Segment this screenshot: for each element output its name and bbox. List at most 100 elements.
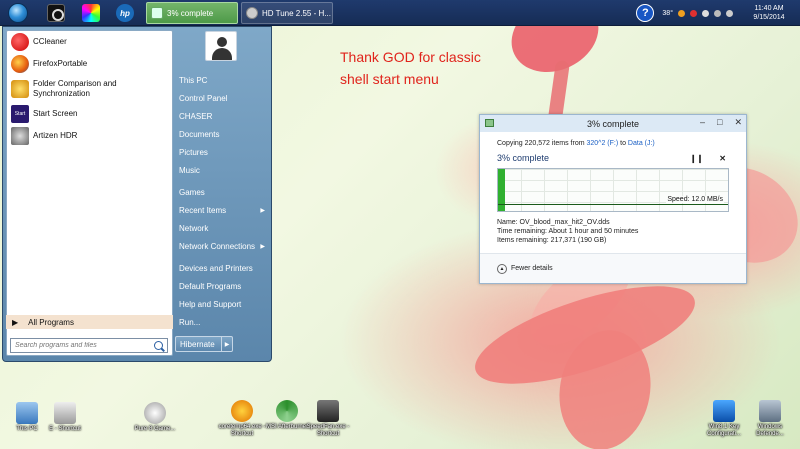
program-firefox[interactable]: FirefoxPortable [7,53,172,75]
desktop-icon-label: Pure 8 Game... [134,426,176,432]
desktop-icon-win81-key[interactable]: Win8.1 Key Configurati... [699,400,749,438]
desktop-icon-label: This PC [16,426,38,432]
artizen-icon [11,127,29,145]
taskbar-pin-color[interactable] [76,2,106,24]
dialog-title-bar[interactable]: 3% complete – □ ✕ [480,115,746,132]
shutdown-options-arrow-icon[interactable]: ▶ [221,337,232,351]
cancel-copy-icon[interactable]: ✕ [719,154,726,163]
percent-row: 3% complete ❙❙ ✕ [497,153,729,163]
desktop-icon-label: Win8.1 Key Configurati... [706,424,742,437]
power-icon[interactable] [702,9,709,17]
program-label: Artizen HDR [33,131,78,140]
temperature-readout[interactable]: 38° [662,10,673,17]
msi-afterburner-icon [276,400,298,422]
desktop-icon-pure8[interactable]: Pure 8 Game... [130,402,180,433]
help-icon[interactable]: ? [636,4,655,22]
start-link-label: Network Connections [179,241,256,251]
desktop-icon-coretemp[interactable]: coretemp64.exe - Shortcut [217,400,267,438]
annotation-line-1: Thank GOD for classic [340,49,481,65]
source-link[interactable]: 320^2 (F:) [587,140,619,147]
annotation-text: Thank GOD for classic shell start menu [340,46,520,90]
program-artizen[interactable]: Artizen HDR [7,125,172,147]
close-icon[interactable]: ✕ [734,117,742,128]
search-input[interactable] [15,342,145,349]
start-link-chaser[interactable]: CHASER [179,107,269,125]
start-link-recent-items[interactable]: Recent Items ▶ [179,201,269,219]
search-box[interactable] [10,338,168,353]
start-link-pictures[interactable]: Pictures [179,143,269,161]
start-link-label: Pictures [179,147,208,157]
info-icon [231,400,253,422]
dialog-body: Copying 220,572 items from 320^2 (F:) to… [480,132,746,245]
start-link-games[interactable]: Games [179,183,269,201]
start-link-this-pc[interactable]: This PC [179,71,269,89]
program-ccleaner[interactable]: CCleaner [7,31,172,53]
program-label: CCleaner [33,37,67,46]
start-link-label: This PC [179,75,208,85]
start-link-label: Documents [179,129,220,139]
start-link-documents[interactable]: Documents [179,125,269,143]
transfer-controls: ❙❙ ✕ [690,154,726,163]
taskbar-task-copy[interactable]: 3% complete [146,2,238,24]
start-link-help-and-support[interactable]: Help and Support [179,295,269,313]
maximize-icon[interactable]: □ [717,117,722,128]
firefox-icon [11,55,29,73]
fewer-details-button[interactable]: ▲ Fewer details [480,253,746,283]
taskbar-pin-camera[interactable] [41,2,71,24]
start-link-network[interactable]: Network [179,219,269,237]
minimize-icon[interactable]: – [700,117,705,128]
start-link-control-panel[interactable]: Control Panel [179,89,269,107]
alert-icon[interactable] [690,9,697,17]
avatar-head [217,37,227,47]
destination-link[interactable]: Data (J:) [628,140,655,147]
program-start-screen[interactable]: Start Start Screen [7,103,172,125]
start-link-label: CHASER [179,111,213,121]
user-avatar[interactable] [205,31,237,61]
all-programs-button[interactable]: ▶ All Programs [6,315,173,329]
start-button[interactable] [3,2,33,24]
desktop-icon-windows-defender[interactable]: Windows Defende... [745,400,795,438]
taskbar-pin-hp[interactable]: hp [110,2,140,24]
taskbar-task-hdtune[interactable]: HD Tune 2.55 - H... [241,2,333,24]
start-menu-programs: CCleaner FirefoxPortable Folder Comparis… [6,30,173,356]
task-label: 3% complete [167,8,214,18]
start-link-label: Help and Support [179,299,242,309]
pause-icon[interactable]: ❙❙ [690,154,703,163]
start-link-default-programs[interactable]: Default Programs [179,277,269,295]
search-icon[interactable] [154,341,163,350]
desktop-icon-label: coretemp64.exe - Shortcut [218,424,266,437]
dialog-title: 3% complete [586,118,640,129]
hard-disk-icon [246,7,258,19]
start-link-music[interactable]: Music [179,161,269,179]
copy-app-icon [485,119,494,127]
drive-shortcut-icon [54,402,76,424]
shutdown-button[interactable]: Hibernate ▶ [175,336,233,352]
flag-icon[interactable] [714,9,721,17]
start-link-network-connections[interactable]: Network Connections ▶ [179,237,269,255]
start-menu: CCleaner FirefoxPortable Folder Comparis… [2,26,272,362]
folder-sync-icon [11,80,29,98]
fewer-details-label: Fewer details [511,265,553,272]
start-link-label: Music [179,165,200,175]
start-link-run[interactable]: Run... [179,313,269,331]
submenu-arrow-icon: ▶ [260,243,265,250]
program-label: Folder Comparison and Synchronization [33,79,117,98]
desktop-icon-e-shortcut[interactable]: E - Shortcut [40,402,90,433]
annotation-line-2: shell start menu [340,71,439,87]
hp-icon: hp [116,4,134,22]
clock[interactable]: 11:40 AM 9/15/2014 [738,4,800,22]
coretemp-icon[interactable] [678,9,685,17]
copy-summary: Copying 220,572 items from 320^2 (F:) to… [497,140,729,147]
speed-line [498,204,728,205]
volume-icon[interactable] [726,9,733,17]
shutdown-label: Hibernate [180,339,215,349]
file-name: Name: OV_blood_max_hit2_OV.dds [497,219,610,226]
task-label: HD Tune 2.55 - H... [262,8,331,18]
windows-defender-icon [759,400,781,422]
desktop-icon-speedfan[interactable]: SpeedFan.exe - Shortcut [303,400,353,438]
speedfan-icon [317,400,339,422]
start-link-devices-and-printers[interactable]: Devices and Printers [179,259,269,277]
program-folder-sync[interactable]: Folder Comparison and Synchronization [7,75,172,103]
start-link-label: Run... [179,317,201,327]
this-pc-icon [16,402,38,424]
